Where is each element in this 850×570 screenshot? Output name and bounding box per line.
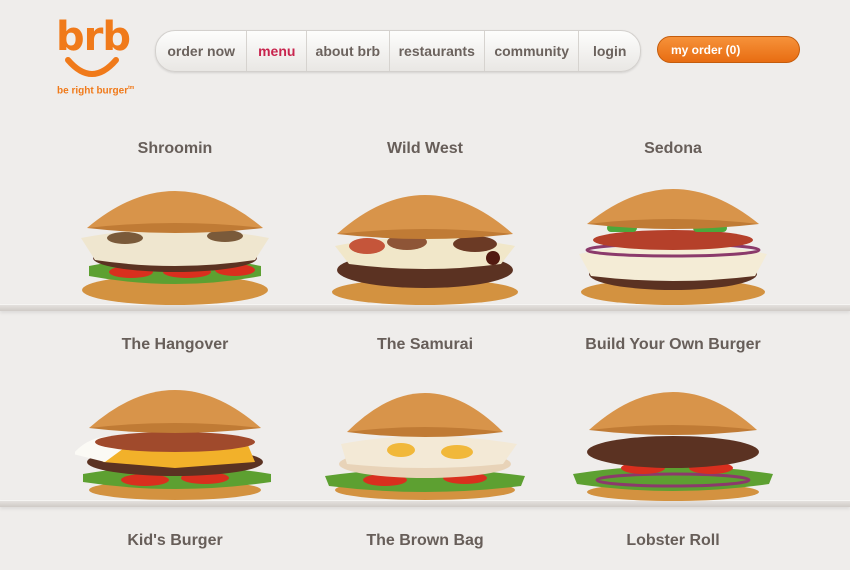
menu-item-wild-west[interactable]: Wild West	[300, 140, 550, 310]
menu-item-title: Wild West	[386, 140, 463, 157]
smile-icon	[65, 57, 119, 77]
menu-item-title: The Hangover	[121, 336, 229, 353]
menu-item-title: The Brown Bag	[366, 532, 484, 549]
nav-restaurants[interactable]: restaurants	[390, 31, 485, 71]
nav-order-now[interactable]: order now	[156, 31, 248, 71]
burger-image	[325, 393, 525, 500]
menu-item-the-hangover[interactable]: The Hangover	[50, 336, 300, 506]
menu-item-title: The Samurai	[376, 336, 474, 353]
nav-community[interactable]: community	[485, 31, 580, 71]
nav-login[interactable]: login	[579, 31, 640, 71]
menu-item-build-your-own-burger[interactable]: Build Your Own Burger	[548, 336, 798, 506]
nav-menu[interactable]: menu	[247, 31, 308, 71]
menu-item-title: Shroomin	[137, 140, 213, 157]
logo-wordmark: brb	[56, 14, 131, 60]
menu-item-the-brown-bag[interactable]: The Brown Bag	[300, 532, 550, 570]
my-order-button[interactable]: my order (0)	[657, 36, 800, 63]
menu-item-title: Lobster Roll	[626, 532, 720, 549]
menu-item-title: Build Your Own Burger	[585, 336, 761, 353]
burger-image	[81, 191, 269, 305]
nav-about-brb[interactable]: about brb	[307, 31, 390, 71]
menu-item-shroomin[interactable]: Shroomin	[50, 140, 300, 310]
menu-item-title: Kid's Burger	[127, 532, 223, 549]
burger-image	[573, 392, 773, 501]
brb-logo[interactable]: brb be right burgertm	[56, 14, 146, 100]
burger-image	[332, 195, 518, 305]
menu-item-the-samurai[interactable]: The Samurai	[300, 336, 550, 506]
burger-image	[579, 189, 767, 305]
menu-item-sedona[interactable]: Sedona	[548, 140, 798, 310]
menu-item-title: Sedona	[644, 140, 702, 157]
burger-image	[75, 390, 271, 500]
main-nav: order now menu about brb restaurants com…	[155, 30, 641, 72]
menu-item-lobster-roll[interactable]: Lobster Roll	[548, 532, 798, 570]
menu-item-kids-burger[interactable]: Kid's Burger	[50, 532, 300, 570]
logo-tagline: be right burgertm	[57, 85, 135, 97]
